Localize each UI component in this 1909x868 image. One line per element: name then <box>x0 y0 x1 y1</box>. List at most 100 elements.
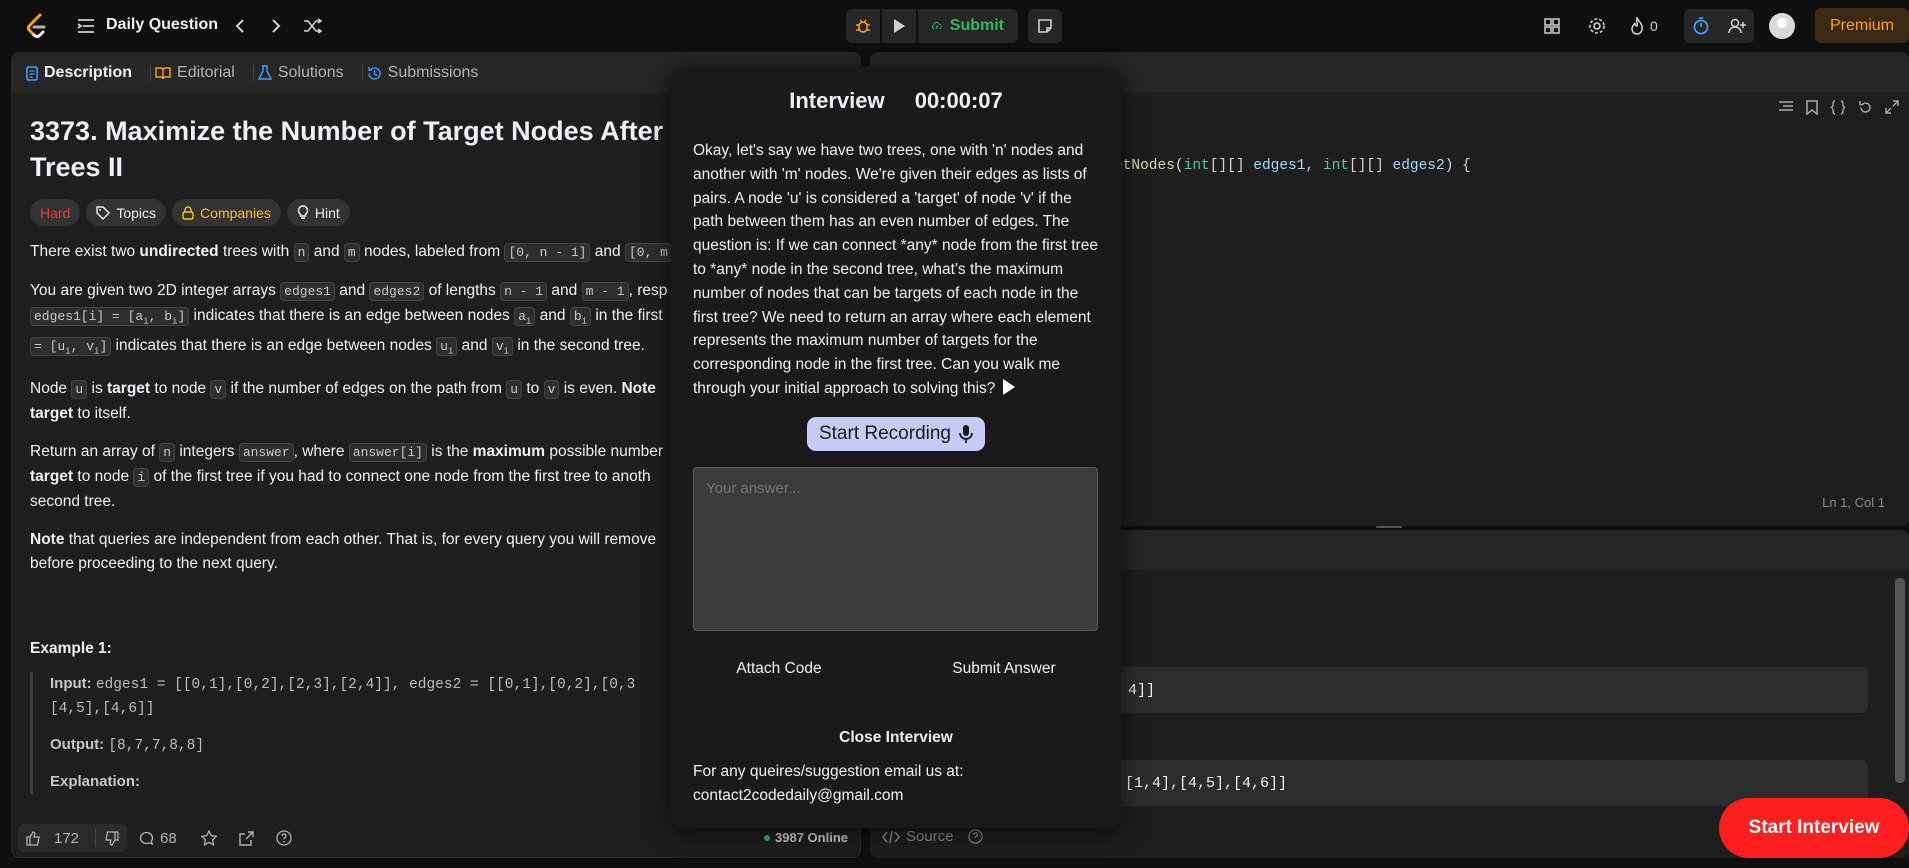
example-input-label: Input: <box>50 675 92 693</box>
cursor-position: Ln 1, Col 1 <box>1822 495 1885 510</box>
run-button[interactable] <box>882 9 916 43</box>
example-output: [8,7,7,8,8] <box>108 738 205 755</box>
start-recording-label: Start Recording <box>818 423 951 444</box>
submit-answer-button[interactable]: Submit Answer <box>952 660 1055 678</box>
problem-title-line1: 3373. Maximize the Number of Target Node… <box>30 116 691 146</box>
lightbulb-icon <box>297 205 308 219</box>
expand-icon[interactable] <box>1885 100 1899 114</box>
prev-problem-icon[interactable] <box>230 16 250 36</box>
comment-icon <box>139 831 154 845</box>
help-icon[interactable] <box>276 830 292 846</box>
vote-group: 172 <box>18 824 128 852</box>
play-audio-icon[interactable] <box>1003 378 1016 395</box>
interview-timer: 00:00:07 <box>914 88 1003 113</box>
resize-handle[interactable] <box>1376 526 1402 528</box>
add-friend-icon[interactable] <box>1727 16 1747 36</box>
example-output-label: Output: <box>50 736 105 754</box>
top-bar: Daily Question Submit 0 Premium <box>0 0 1909 52</box>
play-icon <box>894 19 905 33</box>
topics-badge[interactable]: Topics <box>86 199 167 226</box>
reset-icon[interactable] <box>1858 100 1873 115</box>
user-avatar[interactable] <box>1769 13 1795 39</box>
premium-button[interactable]: Premium <box>1815 8 1909 43</box>
modal-actions: Attach Code Submit Answer <box>671 660 1121 678</box>
comments-button[interactable]: 68 <box>139 830 177 847</box>
interview-header: Interview 00:00:07 <box>671 88 1121 114</box>
problem-list-icon[interactable] <box>76 16 96 36</box>
cloud-upload-icon <box>932 22 942 30</box>
attach-code-button[interactable]: Attach Code <box>736 660 821 678</box>
scrollbar[interactable] <box>1895 578 1905 783</box>
tab-description-label: Description <box>44 64 133 81</box>
debug-button[interactable] <box>846 9 880 43</box>
streak-counter[interactable]: 0 <box>1630 16 1658 36</box>
dislike-button[interactable] <box>95 829 127 847</box>
submit-label: Submit <box>949 17 1004 34</box>
daily-question-title[interactable]: Daily Question <box>106 16 218 34</box>
example-input: edges1 = [[0,1],[0,2],[2,3],[2,4]], edge… <box>95 677 636 694</box>
tag-icon <box>96 205 111 220</box>
run-submit-group: Submit <box>846 9 1062 43</box>
submit-button[interactable]: Submit <box>918 9 1018 43</box>
tab-description[interactable]: Description <box>26 64 132 82</box>
interview-question-text: Okay, let's say we have two trees, one w… <box>693 142 1098 397</box>
source-button[interactable]: Source <box>882 828 983 845</box>
interview-modal: Interview 00:00:07 Okay, let's say we ha… <box>671 66 1121 828</box>
tab-editorial-label: Editorial <box>177 64 235 81</box>
hint-badge[interactable]: Hint <box>286 199 350 226</box>
start-recording-button[interactable]: Start Recording <box>807 417 985 451</box>
companies-badge[interactable]: Companies <box>172 199 281 226</box>
history-icon <box>367 66 381 80</box>
star-icon[interactable] <box>200 830 217 846</box>
microphone-icon <box>959 425 973 443</box>
next-problem-icon[interactable] <box>266 16 286 36</box>
tab-divider <box>252 65 254 81</box>
close-interview-button[interactable]: Close Interview <box>671 729 1121 747</box>
settings-gear-icon[interactable] <box>1587 16 1607 36</box>
bookmark-icon[interactable] <box>1806 100 1818 115</box>
format-icon[interactable] <box>1778 100 1794 114</box>
modal-footer: For any queires/suggestion email us at: … <box>693 760 1101 808</box>
thumbs-up-icon <box>26 830 40 846</box>
hint-label: Hint <box>314 204 340 221</box>
source-label: Source <box>906 828 954 845</box>
online-count: 3987 Online <box>764 830 848 845</box>
comment-count: 68 <box>160 829 177 847</box>
share-icon[interactable] <box>239 830 254 846</box>
streak-count: 0 <box>1650 18 1658 34</box>
lock-icon <box>182 205 194 220</box>
note-icon <box>1038 19 1052 33</box>
shuffle-icon[interactable] <box>302 16 324 36</box>
tab-solutions[interactable]: Solutions <box>257 64 344 82</box>
problem-title-line2: Trees II <box>30 152 124 182</box>
code-icon <box>882 830 900 843</box>
start-interview-button[interactable]: Start Interview <box>1719 798 1909 858</box>
braces-icon[interactable] <box>1830 100 1846 115</box>
contact-text: For any queires/suggestion email us at: <box>693 763 964 780</box>
bug-icon <box>856 19 870 33</box>
tab-submissions[interactable]: Submissions <box>367 64 479 82</box>
flask-icon <box>257 65 272 80</box>
help-icon <box>967 829 983 844</box>
layout-icon[interactable] <box>1542 16 1562 36</box>
stopwatch-icon[interactable] <box>1691 16 1711 36</box>
book-icon <box>155 67 171 80</box>
answer-textarea[interactable] <box>693 467 1098 631</box>
companies-label: Companies <box>200 204 271 221</box>
leetcode-logo-icon[interactable] <box>24 13 50 39</box>
like-count: 172 <box>54 829 80 847</box>
interview-title: Interview <box>789 88 885 113</box>
thumbs-down-icon <box>105 830 119 846</box>
difficulty-badge: Hard <box>30 199 81 226</box>
code-line-1[interactable]: etNodes(int[][] edges1, int[][] edges2) … <box>1114 158 1471 174</box>
tab-editorial[interactable]: Editorial <box>155 64 235 82</box>
editor-toolbar <box>1778 100 1899 115</box>
tab-divider <box>361 65 363 81</box>
like-button[interactable]: 172 <box>18 830 95 847</box>
interview-question: Okay, let's say we have two trees, one w… <box>693 139 1101 401</box>
notes-button[interactable] <box>1028 9 1062 43</box>
document-icon <box>26 65 38 81</box>
contact-email[interactable]: contact2codedaily@gmail.com <box>693 784 1101 808</box>
tab-submissions-label: Submissions <box>387 64 479 81</box>
tab-solutions-label: Solutions <box>277 64 344 81</box>
